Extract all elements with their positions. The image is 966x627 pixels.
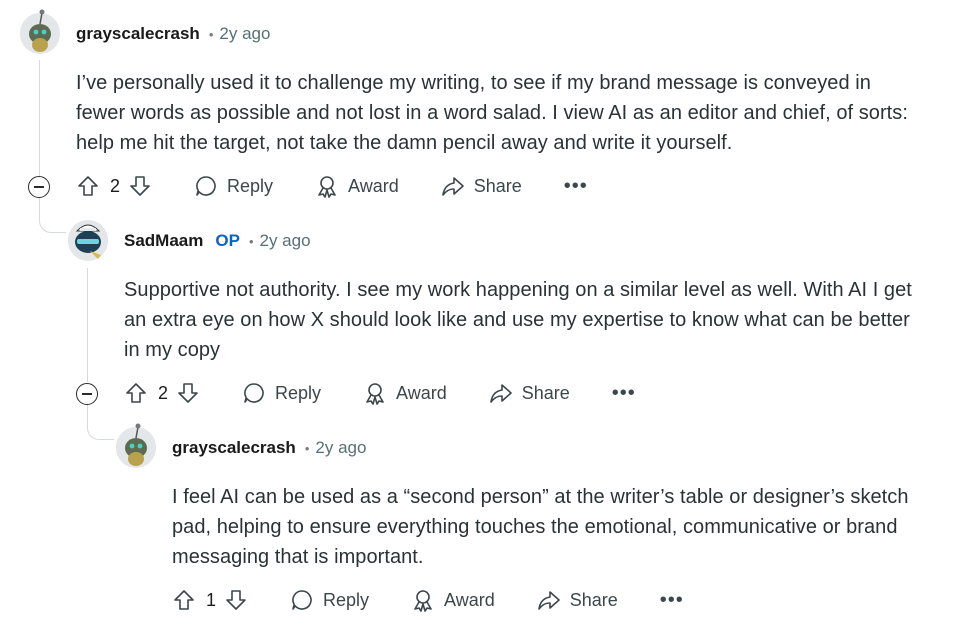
comment-body: Supportive not authority. I see my work … <box>124 275 924 365</box>
award-icon <box>414 590 432 612</box>
award-button[interactable]: Award <box>315 174 399 198</box>
snoo-avatar-icon <box>116 423 156 467</box>
comment-thread: grayscalecrash • 2y ago I’ve personally … <box>0 0 966 627</box>
snoo-avatar-icon <box>20 9 60 53</box>
op-badge: OP <box>215 231 240 250</box>
reply-bubble-icon <box>244 383 264 403</box>
thread-connector <box>87 405 114 440</box>
thread-line <box>39 60 40 176</box>
share-button[interactable]: Share <box>537 588 618 612</box>
share-label: Share <box>569 589 618 610</box>
vote-count: 2 <box>158 382 169 403</box>
share-label: Share <box>473 175 522 196</box>
avatar[interactable] <box>68 220 108 261</box>
thread-connector <box>39 198 66 233</box>
timestamp[interactable]: 2y ago <box>260 231 311 251</box>
avatar[interactable] <box>20 9 60 54</box>
vote-count: 1 <box>206 589 217 610</box>
separator-dot: • <box>208 26 214 42</box>
comment-body: I’ve personally used it to challenge my … <box>76 68 916 158</box>
more-options-icon[interactable]: ••• <box>612 383 636 403</box>
award-icon <box>366 383 384 405</box>
downvote-icon[interactable] <box>224 588 248 612</box>
share-arrow-icon <box>489 384 512 403</box>
comment-text: Supportive not authority. I see my work … <box>124 279 912 361</box>
vote-group: 2 <box>124 381 200 405</box>
award-button[interactable]: Award <box>411 588 495 612</box>
username[interactable]: SadMaam <box>124 231 203 251</box>
upvote-icon[interactable] <box>76 174 100 198</box>
share-label: Share <box>521 382 570 403</box>
upvote-icon[interactable] <box>172 588 196 612</box>
reply-button[interactable]: Reply <box>194 174 273 198</box>
separator-dot: • <box>248 233 254 249</box>
thread-line <box>87 268 88 382</box>
comment-text: I feel AI can be used as a “second perso… <box>172 486 909 568</box>
username[interactable]: grayscalecrash <box>172 438 296 458</box>
reply-button[interactable]: Reply <box>242 381 321 405</box>
more-options-icon[interactable]: ••• <box>564 176 588 196</box>
more-options-icon[interactable]: ••• <box>660 590 684 610</box>
vote-group: 2 <box>76 174 152 198</box>
separator-dot: • <box>304 440 310 456</box>
comment-actions: 1 Reply Award Share ••• <box>172 584 684 616</box>
award-icon <box>318 176 336 198</box>
avatar[interactable] <box>116 423 156 468</box>
vote-count: 2 <box>110 175 121 196</box>
comment-actions: 2 Reply Award Share ••• <box>124 377 636 409</box>
comment-body: I feel AI can be used as a “second perso… <box>172 482 947 572</box>
share-arrow-icon <box>537 591 560 610</box>
comment-meta: grayscalecrash • 2y ago <box>172 438 366 458</box>
award-label: Award <box>348 175 399 196</box>
reply-bubble-icon <box>292 590 312 610</box>
reply-label: Reply <box>275 382 322 403</box>
award-label: Award <box>444 589 495 610</box>
share-button[interactable]: Share <box>441 174 522 198</box>
reply-label: Reply <box>227 175 274 196</box>
comment-meta: grayscalecrash • 2y ago <box>76 24 270 44</box>
upvote-icon[interactable] <box>124 381 148 405</box>
reply-label: Reply <box>323 589 370 610</box>
collapse-icon[interactable] <box>28 176 50 198</box>
award-button[interactable]: Award <box>363 381 447 405</box>
downvote-icon[interactable] <box>128 174 152 198</box>
comment-meta: SadMaam OP • 2y ago <box>124 231 311 251</box>
timestamp[interactable]: 2y ago <box>315 438 366 458</box>
timestamp[interactable]: 2y ago <box>219 24 270 44</box>
snoo-avatar-icon <box>68 220 108 260</box>
comment-text: I’ve personally used it to challenge my … <box>76 72 908 154</box>
comment-actions: 2 Reply Award Share ••• <box>76 170 588 202</box>
reply-bubble-icon <box>196 176 216 196</box>
vote-group: 1 <box>172 588 248 612</box>
username[interactable]: grayscalecrash <box>76 24 200 44</box>
share-button[interactable]: Share <box>489 381 570 405</box>
downvote-icon[interactable] <box>176 381 200 405</box>
share-arrow-icon <box>441 177 464 196</box>
collapse-icon[interactable] <box>76 383 98 405</box>
reply-button[interactable]: Reply <box>290 588 369 612</box>
award-label: Award <box>396 382 447 403</box>
